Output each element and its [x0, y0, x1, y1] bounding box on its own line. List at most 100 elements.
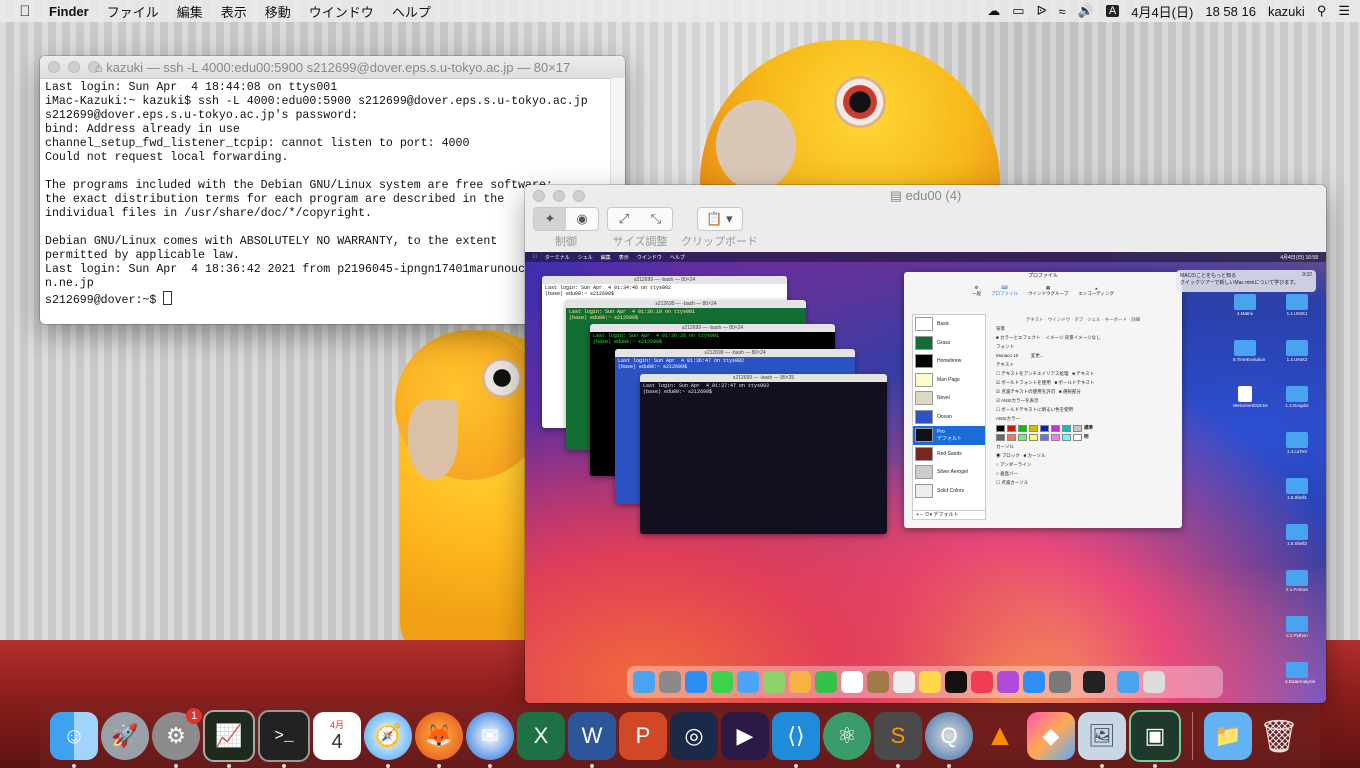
- close-button[interactable]: [533, 190, 545, 202]
- shrink-icon[interactable]: ⤡: [640, 208, 672, 230]
- remote-folder-icon: 2.2.Python: [1285, 616, 1309, 644]
- font-label: フォント: [996, 344, 1014, 349]
- dock-powerpoint-icon[interactable]: P: [619, 711, 667, 760]
- profile-item: Ocean: [913, 408, 985, 427]
- cursor-option: ○ アンダーライン: [996, 462, 1032, 467]
- menubar-user[interactable]: kazuki: [1268, 4, 1305, 19]
- zoom-button[interactable]: [573, 190, 585, 202]
- scale-fit-icon[interactable]: ⤢: [608, 208, 640, 230]
- dock-trash-icon[interactable]: 🗑: [1255, 712, 1303, 760]
- notification-badge: 1: [186, 707, 202, 724]
- menu-bar:  Finder ファイル 編集 表示 移動 ウインドウ ヘルプ ☁ ▭ ᐉ ≈…: [0, 0, 1360, 22]
- minimize-button[interactable]: [68, 61, 80, 73]
- profile-list: Basic Grass Homebrew Man Page Novel Ocea…: [912, 314, 986, 520]
- document-icon: ▤: [889, 188, 902, 203]
- parrot-left-eye: [482, 358, 522, 398]
- vnc-titlebar[interactable]: ▤ edu00 (4): [525, 185, 1326, 207]
- remote-dock-icon: [971, 671, 993, 693]
- menu-app-finder[interactable]: Finder: [40, 4, 98, 19]
- cloud-sync-icon[interactable]: ☁: [987, 3, 1000, 19]
- terminal-preferences-window: プロファイル ⚙ 一般 ⌨ プロファイル ▦ ウインドウグループ ◕ エンコーディング …: [904, 272, 1182, 528]
- dock-preview-icon[interactable]: 🖼: [1078, 711, 1126, 768]
- remote-dock-icon: [815, 671, 837, 693]
- dock-firefox-icon[interactable]: 🦊: [415, 711, 463, 768]
- dock-activity-monitor-icon[interactable]: 📈: [203, 709, 255, 768]
- dock-screen-sharing-icon[interactable]: ▣: [1129, 709, 1181, 768]
- terminal-titlebar[interactable]: ⌂ kazuki — ssh -L 4000:edu00:5900 s21269…: [40, 56, 625, 79]
- remote-apple-icon: : [533, 254, 537, 260]
- clipboard-icon[interactable]: 📋 ▾: [698, 208, 742, 230]
- dock-documents-folder-icon[interactable]: 📁: [1204, 711, 1252, 760]
- dock-excel-icon[interactable]: X: [517, 711, 565, 760]
- menu-file[interactable]: ファイル: [98, 2, 168, 21]
- dock-safari-icon[interactable]: 🧭: [364, 711, 412, 768]
- dock-atom-icon[interactable]: ⚛: [823, 711, 871, 760]
- dock-calendar-icon[interactable]: 4月 4: [313, 711, 361, 760]
- dock-launchpad-icon[interactable]: 🚀: [101, 711, 149, 760]
- remote-menu-item: ヘルプ: [666, 254, 685, 261]
- parrot-left-beak: [408, 400, 458, 480]
- zoom-button[interactable]: [88, 61, 100, 73]
- bluetooth-icon[interactable]: ᐉ: [1037, 3, 1047, 19]
- menu-go[interactable]: 移動: [256, 2, 300, 21]
- dock-thunderbird-icon[interactable]: ✉: [466, 711, 514, 768]
- close-button[interactable]: [48, 61, 60, 73]
- wifi-icon[interactable]: ≈: [1059, 4, 1066, 19]
- dock-system-preferences-icon[interactable]: ⚙ 1: [152, 707, 202, 768]
- remote-terminal-text: Last login: Sun Apr 4 01:36:18 on ttys00…: [569, 309, 696, 321]
- dock-screen-capture-icon[interactable]: ◎: [670, 711, 718, 760]
- dock-grapher-icon[interactable]: ◆: [1027, 711, 1075, 760]
- remote-dock-icon: [841, 671, 863, 693]
- menubar-date[interactable]: 4月4日(日): [1131, 2, 1193, 21]
- remote-terminal-text: Last login: Sun Apr 4 01:34:46 on ttys00…: [545, 285, 672, 297]
- observe-binoculars-icon[interactable]: ◉: [566, 208, 598, 230]
- control-group: ✦ ◉ 制御: [533, 207, 599, 251]
- dock-video-editor-icon[interactable]: ▶: [721, 711, 769, 760]
- control-pointer-icon[interactable]: ✦: [534, 208, 566, 230]
- dock-quicktime-icon[interactable]: Q: [925, 711, 973, 768]
- vnc-toolbar: ✦ ◉ 制御 ⤢ ⤡ サイズ調整 📋 ▾ クリップボード: [525, 207, 1326, 251]
- dock-finder-icon[interactable]: ☺: [50, 711, 98, 768]
- profile-item: Homebrew: [913, 352, 985, 371]
- clipboard-group: 📋 ▾ クリップボード: [681, 207, 758, 251]
- text-option: ☑ ボールドフォントを使用 ■ ボールドテキスト: [996, 380, 1095, 385]
- menu-view[interactable]: 表示: [212, 2, 256, 21]
- remote-folder-icon: 1.3.Gnuplot: [1285, 386, 1309, 414]
- dock-sublime-text-icon[interactable]: S: [874, 711, 922, 768]
- airplay-icon[interactable]: ▭: [1012, 3, 1024, 19]
- remote-dock-icon: [867, 671, 889, 693]
- remote-menu-item: 表示: [615, 254, 629, 261]
- resize-label: サイズ調整: [612, 236, 668, 248]
- terminal-title: ⌂ kazuki — ssh -L 4000:edu00:5900 s21269…: [40, 60, 625, 75]
- resize-group: ⤢ ⤡ サイズ調整: [607, 207, 673, 251]
- cursor-option: ☐ 点滅カーソル: [996, 480, 1029, 485]
- profile-item: Silver Aerogel: [913, 463, 985, 482]
- menu-window[interactable]: ウインドウ: [300, 2, 383, 21]
- apple-menu-icon[interactable]: : [10, 3, 40, 20]
- terminal-line: channel_setup_fwd_listener_tcpip: cannot…: [45, 137, 470, 150]
- remote-dock-icon: [893, 671, 915, 693]
- dock-vscode-icon[interactable]: ⟨⟩: [772, 711, 820, 768]
- volume-icon[interactable]: 🔊: [1078, 3, 1094, 19]
- control-center-icon[interactable]: ☰: [1338, 3, 1350, 19]
- remote-terminal-title: s212699 — -bash — 80×24: [590, 324, 835, 332]
- remote-desktop[interactable]:  ターミナル シェル 編集 表示 ウインドウ ヘルプ 4月4日(日) 16:5…: [525, 252, 1326, 703]
- dock-word-icon[interactable]: W: [568, 711, 616, 768]
- terminal-line: Last login: Sun Apr 4 18:44:08 on ttys00…: [45, 81, 338, 94]
- terminal-line: n.ne.jp: [45, 277, 94, 290]
- remote-terminal-text: Last login: Sun Apr 4 01:36:47 on ttys00…: [618, 358, 745, 370]
- menu-edit[interactable]: 編集: [168, 2, 212, 21]
- menubar-clock[interactable]: 18 58 16: [1205, 4, 1256, 19]
- remote-dock-icon: [997, 671, 1019, 693]
- remote-folder-icon: 1.2.UNIX2: [1285, 340, 1309, 368]
- dock-terminal-icon[interactable]: >_: [258, 709, 310, 768]
- remote-dock-icon: [737, 671, 759, 693]
- menu-help[interactable]: ヘルプ: [383, 2, 440, 21]
- input-method-indicator[interactable]: A: [1105, 5, 1120, 17]
- remote-terminal-title: s212699 — -bash — 80×24: [542, 276, 787, 284]
- minimize-button[interactable]: [553, 190, 565, 202]
- spotlight-search-icon[interactable]: ⚲: [1317, 3, 1327, 19]
- remote-dock-icon: [711, 671, 733, 693]
- profile-item: Red Sands: [913, 445, 985, 464]
- dock-vlc-icon[interactable]: ▲: [976, 712, 1024, 760]
